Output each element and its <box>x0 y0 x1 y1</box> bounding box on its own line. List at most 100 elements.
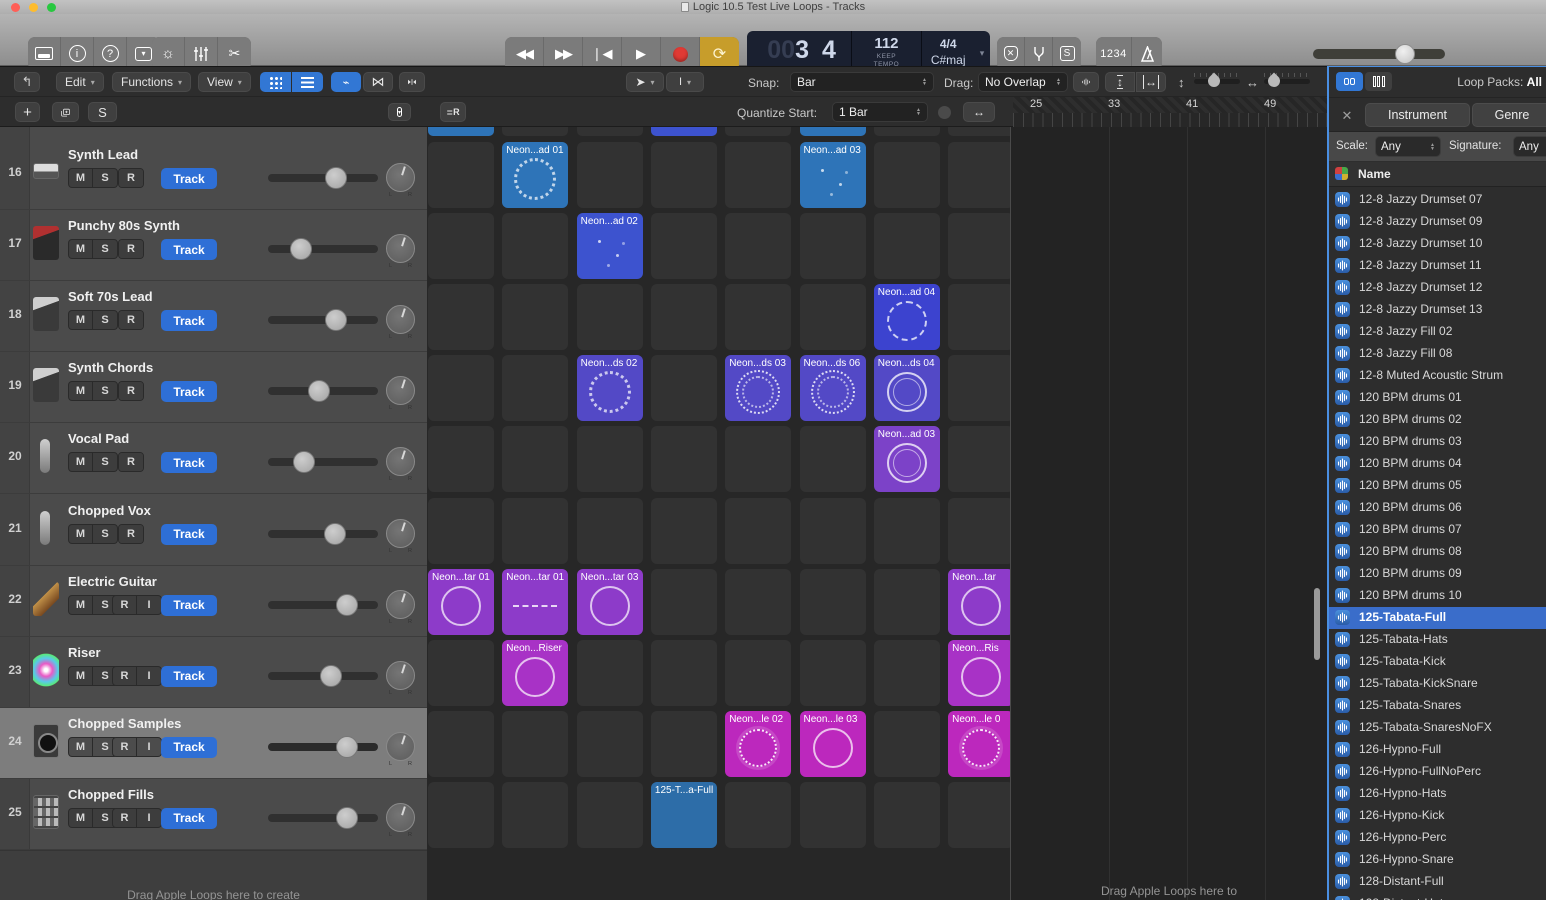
empty-grid-cell[interactable] <box>800 498 866 564</box>
empty-grid-cell[interactable] <box>948 498 1010 564</box>
loop-list-item[interactable]: 126-Hypno-FullNoPerc <box>1329 761 1546 783</box>
pan-knob[interactable] <box>386 163 415 192</box>
mute-button[interactable]: M <box>69 311 93 329</box>
loop-list-item[interactable]: 125-Tabata-Snares <box>1329 695 1546 717</box>
volume-slider[interactable] <box>268 172 378 184</box>
empty-grid-cell[interactable] <box>800 426 866 492</box>
empty-grid-cell[interactable] <box>651 498 717 564</box>
solo-button[interactable]: S <box>93 382 117 400</box>
empty-grid-cell[interactable] <box>725 284 791 350</box>
loop-list-item[interactable]: 126-Hypno-Kick <box>1329 805 1546 827</box>
loop-cell[interactable]: Neon...ad 03 <box>874 426 940 492</box>
loop-cell[interactable]: Neon...ad 01 <box>502 142 568 208</box>
track-mode-button[interactable]: Track <box>161 310 217 331</box>
volume-knob[interactable] <box>336 736 358 758</box>
mute-button[interactable]: M <box>69 738 93 756</box>
record-enable-button[interactable]: R <box>113 738 137 756</box>
empty-grid-cell[interactable] <box>800 782 866 848</box>
empty-grid-cell[interactable] <box>725 569 791 635</box>
master-volume-slider[interactable] <box>1313 49 1445 59</box>
mute-button[interactable]: M <box>69 525 93 543</box>
loop-list-item[interactable]: 125-Tabata-KickSnare <box>1329 673 1546 695</box>
empty-grid-cell[interactable] <box>651 640 717 706</box>
volume-knob[interactable] <box>336 594 358 616</box>
mute-button[interactable]: M <box>69 453 93 471</box>
grid-view-button[interactable] <box>260 72 291 92</box>
empty-grid-cell[interactable] <box>874 142 940 208</box>
loop-list-item[interactable]: 120 BPM drums 04 <box>1329 453 1546 475</box>
track-header-row[interactable]: 21Chopped VoxMSRTrackLR <box>0 495 427 566</box>
flex-button[interactable]: ⋈ <box>363 72 393 92</box>
volume-knob[interactable] <box>293 451 315 473</box>
volume-slider[interactable] <box>268 599 378 611</box>
empty-grid-cell[interactable] <box>651 711 717 777</box>
arrange-area[interactable]: Drag Apple Loops here to <box>1010 127 1327 900</box>
loop-list-item[interactable]: 125-Tabata-SnaresNoFX <box>1329 717 1546 739</box>
drag-dropdown[interactable]: No Overlap▲▼ <box>978 72 1068 92</box>
solo-button[interactable]: S <box>93 311 117 329</box>
snap-dropdown[interactable]: Bar▲▼ <box>790 72 934 92</box>
mute-button[interactable]: M <box>69 169 93 187</box>
solo-button[interactable]: S <box>93 525 117 543</box>
record-enable-button[interactable]: R <box>113 667 137 685</box>
loop-packs-selector[interactable]: Loop Packs: All <box>1457 75 1542 89</box>
track-header-row[interactable]: 23RiserMSRITrackLR <box>0 637 427 708</box>
vertical-auto-zoom-button[interactable]: ↕ <box>1105 72 1135 92</box>
vertical-scrollbar[interactable] <box>1314 588 1320 660</box>
loops-column-view-button[interactable] <box>1365 72 1392 91</box>
loop-list-item[interactable]: 120 BPM drums 07 <box>1329 519 1546 541</box>
loop-cell[interactable]: Neon...Ris <box>948 640 1010 706</box>
solo-button[interactable]: S <box>93 240 117 258</box>
grid-options-button[interactable]: ▾ <box>388 103 411 121</box>
empty-grid-cell[interactable] <box>725 213 791 279</box>
track-mode-button[interactable]: Track <box>161 666 217 687</box>
empty-grid-cell[interactable] <box>874 640 940 706</box>
tab-instrument[interactable]: Instrument <box>1365 103 1470 127</box>
loop-list-item[interactable]: 12-8 Jazzy Drumset 09 <box>1329 211 1546 233</box>
loop-cell-partial[interactable] <box>651 127 717 136</box>
volume-knob[interactable] <box>336 807 358 829</box>
empty-grid-cell[interactable] <box>428 711 494 777</box>
loop-cell[interactable]: Neon...tar <box>948 569 1010 635</box>
empty-grid-cell[interactable] <box>428 355 494 421</box>
loop-list-item[interactable]: 128-Distant-Full <box>1329 871 1546 893</box>
track-mode-button[interactable]: Track <box>161 524 217 545</box>
empty-grid-cell[interactable] <box>725 142 791 208</box>
grid-solo-button[interactable]: S <box>88 102 117 122</box>
loop-list-item[interactable]: 12-8 Jazzy Fill 08 <box>1329 343 1546 365</box>
input-monitor-button[interactable]: I <box>137 809 161 827</box>
empty-grid-cell[interactable] <box>800 569 866 635</box>
empty-grid-cell[interactable] <box>502 213 568 279</box>
empty-grid-cell[interactable] <box>948 284 1010 350</box>
master-volume-knob[interactable] <box>1395 44 1415 64</box>
track-name[interactable]: Synth Lead <box>68 147 138 162</box>
empty-grid-cell[interactable] <box>428 498 494 564</box>
track-header-row[interactable]: 24Chopped SamplesMSRITrackLR <box>0 708 427 779</box>
loop-cell[interactable]: Neon...le 0 <box>948 711 1010 777</box>
empty-grid-cell[interactable] <box>800 213 866 279</box>
loop-list-item[interactable]: 120 BPM drums 02 <box>1329 409 1546 431</box>
empty-grid-cell[interactable] <box>874 498 940 564</box>
empty-grid-cell[interactable] <box>948 213 1010 279</box>
mute-button[interactable]: M <box>69 382 93 400</box>
loop-list-item[interactable]: 120 BPM drums 01 <box>1329 387 1546 409</box>
loop-cell[interactable]: Neon...tar 01 <box>428 569 494 635</box>
pan-knob[interactable] <box>386 447 415 476</box>
track-mode-button[interactable]: Track <box>161 452 217 473</box>
duplicate-track-button[interactable] <box>52 102 79 122</box>
empty-grid-cell[interactable] <box>948 355 1010 421</box>
track-header-row[interactable]: 16Synth LeadMSRTrackLR <box>0 139 427 210</box>
empty-grid-cell[interactable] <box>502 355 568 421</box>
empty-grid-cell[interactable] <box>577 284 643 350</box>
loop-list-item[interactable]: 126-Hypno-Hats <box>1329 783 1546 805</box>
expand-columns-button[interactable]: ↔ <box>963 102 995 122</box>
record-enable-grid-button[interactable]: ≣R <box>440 102 466 122</box>
volume-slider[interactable] <box>268 741 378 753</box>
mute-button[interactable]: M <box>69 667 93 685</box>
track-name[interactable]: Electric Guitar <box>68 574 157 589</box>
record-enable-button[interactable]: R <box>119 525 143 543</box>
loop-list-item[interactable]: 126-Hypno-Perc <box>1329 827 1546 849</box>
volume-slider[interactable] <box>268 528 378 540</box>
mute-button[interactable]: M <box>69 240 93 258</box>
track-header-row[interactable]: 18Soft 70s LeadMSRTrackLR <box>0 281 427 352</box>
